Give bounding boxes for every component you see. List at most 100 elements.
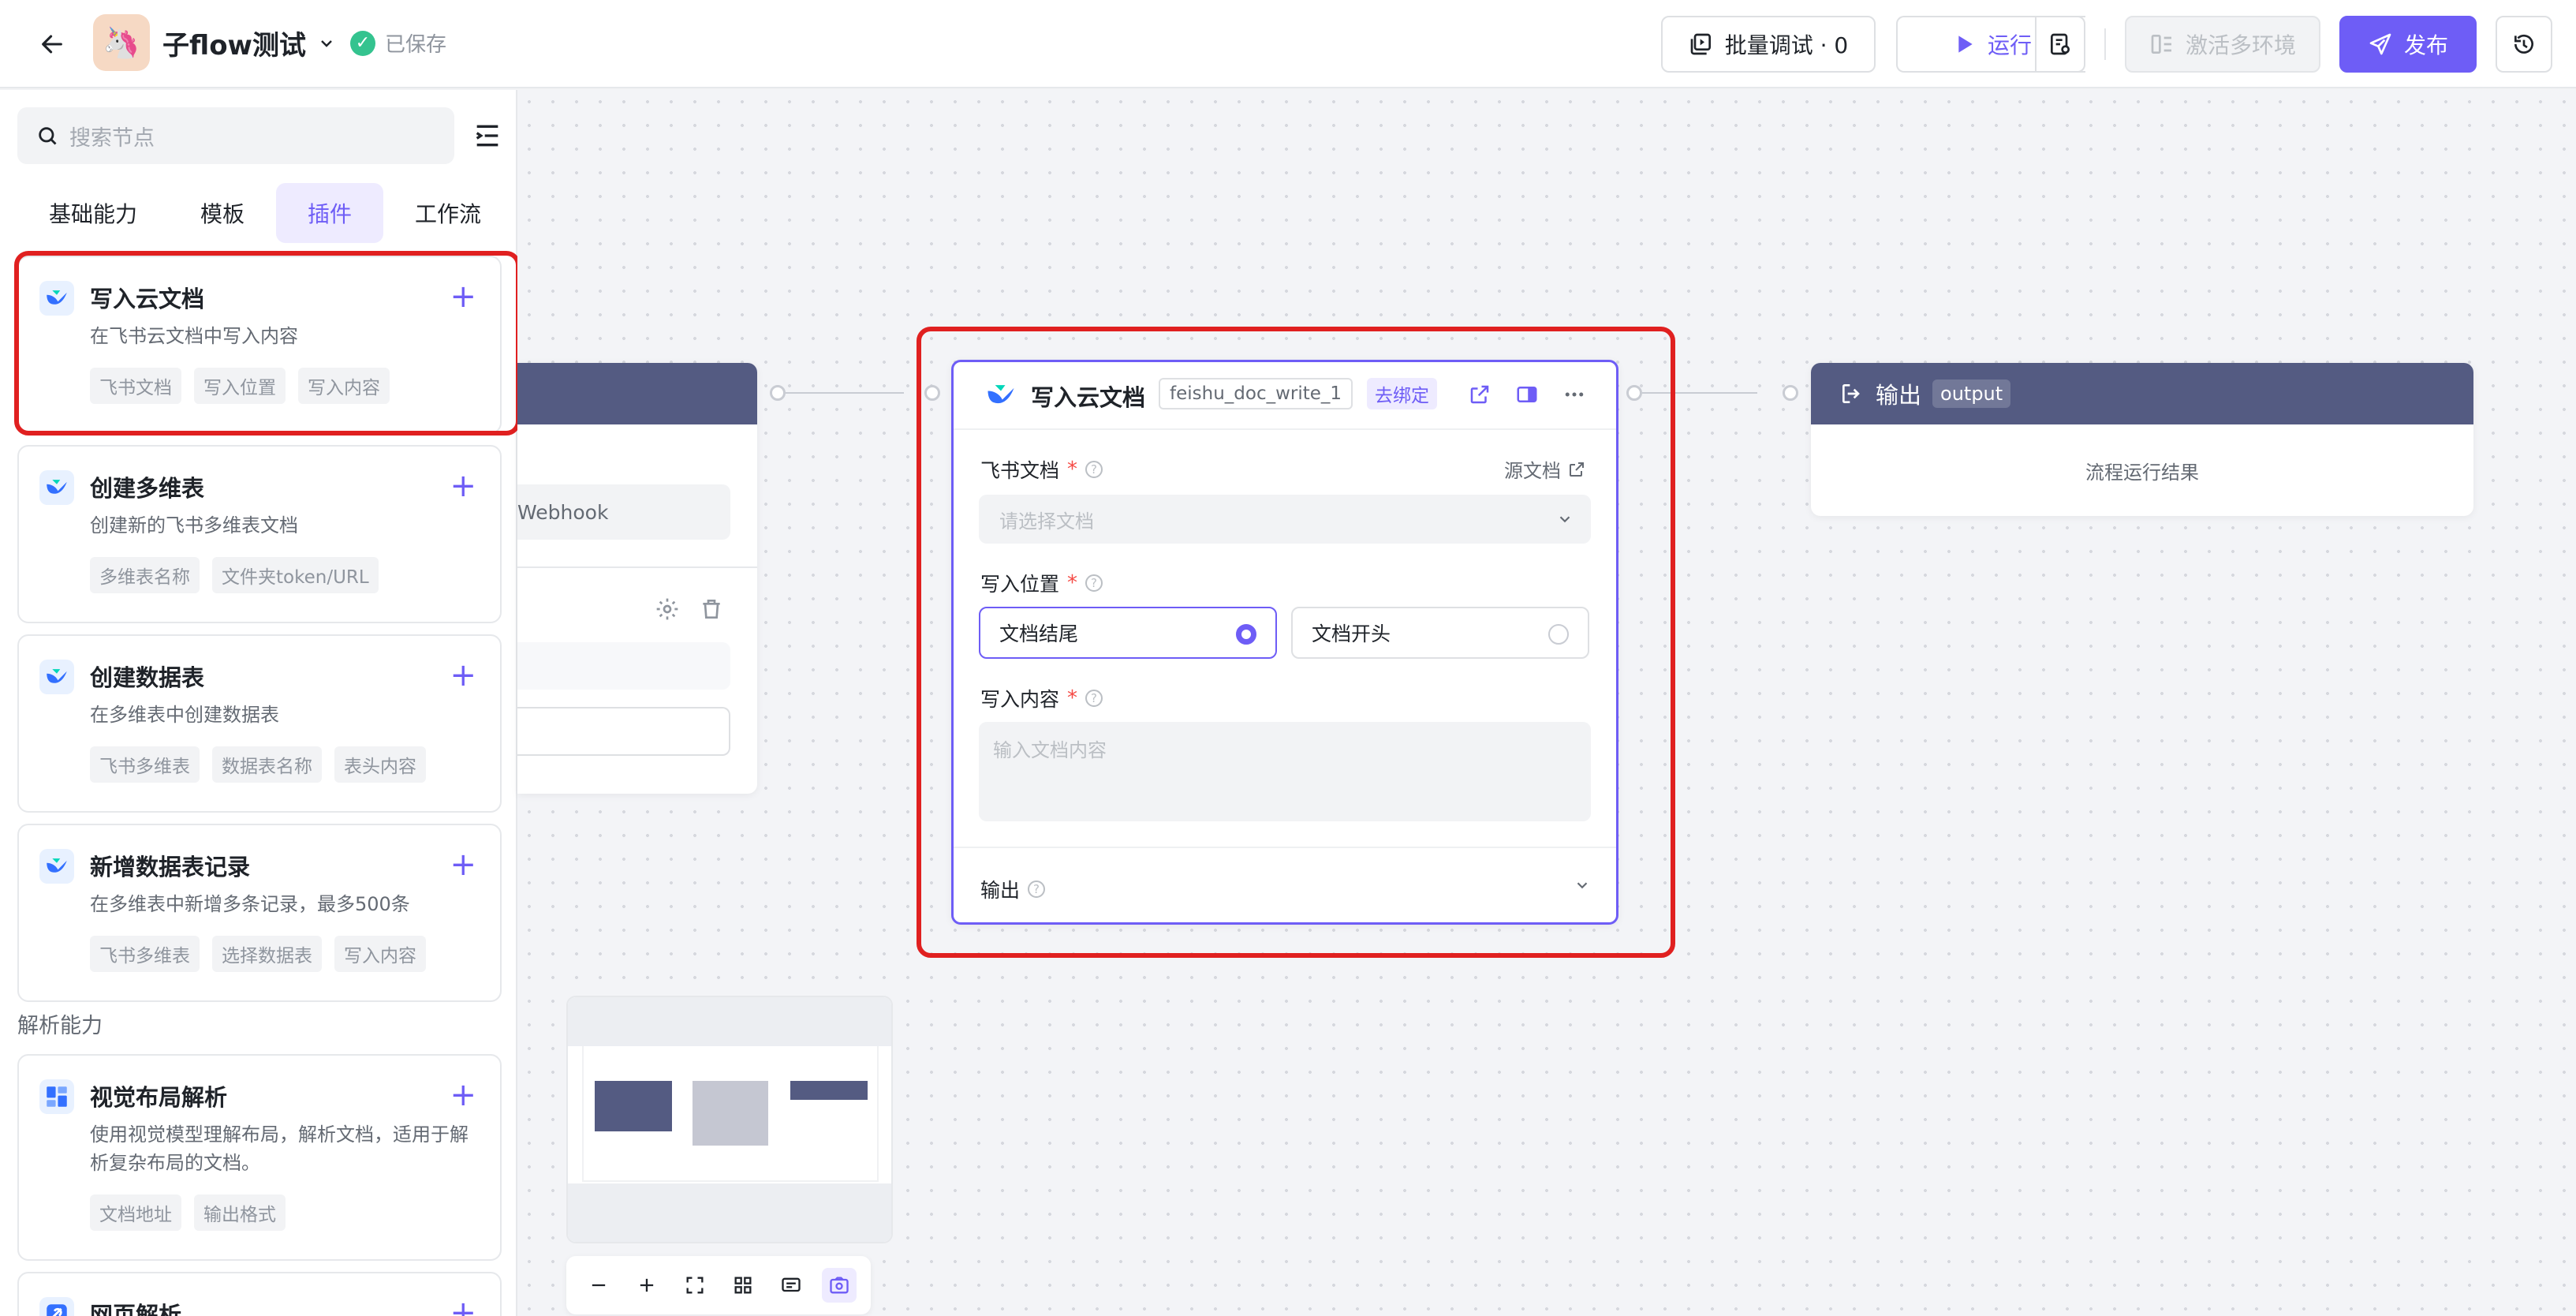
feishu-doc-icon — [39, 849, 74, 884]
tag: 多维表名称 — [90, 557, 200, 593]
minimap[interactable] — [566, 996, 893, 1243]
section-label-parse: 解析能力 — [17, 1014, 103, 1038]
minimap-toggle-icon[interactable] — [821, 1268, 857, 1303]
tab-basic[interactable]: 基础能力 — [17, 183, 169, 243]
send-icon — [2369, 33, 2391, 55]
publish-label: 发布 — [2403, 32, 2448, 58]
trash-icon[interactable] — [699, 596, 724, 622]
flow-title[interactable]: 子flow测试 — [162, 24, 336, 62]
card-title: 创建数据表 — [90, 664, 205, 691]
card-desc: 在多维表中新增多条记录，最多500条 — [90, 893, 410, 915]
tab-template[interactable]: 模板 — [169, 183, 276, 243]
card-desc: 使用视觉模型理解布局，解析文档，适用于解析复杂布局的文档。 — [90, 1123, 469, 1174]
publish-button[interactable]: 发布 — [2339, 16, 2477, 73]
card-tags: 多维表名称 文件夹token/URL — [90, 557, 379, 593]
card-desc: 创建新的飞书多维表文档 — [90, 514, 298, 536]
card-title: 网页解析 — [90, 1302, 182, 1316]
feishu-doc-icon — [39, 660, 74, 694]
tab-workflow[interactable]: 工作流 — [383, 183, 513, 243]
toolbar-divider — [2104, 28, 2106, 60]
tag: 数据表名称 — [212, 746, 322, 783]
zoom-in-icon[interactable] — [629, 1268, 664, 1303]
search-placeholder: 搜索节点 — [69, 125, 155, 151]
tab-plugin[interactable]: 插件 — [276, 183, 384, 243]
card-tags: 飞书多维表 数据表名称 表头内容 — [90, 746, 426, 783]
search-input[interactable]: 搜索节点 — [17, 107, 454, 164]
zoom-out-icon[interactable] — [581, 1268, 616, 1303]
add-icon[interactable]: + — [450, 1297, 476, 1316]
tag: 输出格式 — [194, 1194, 286, 1231]
run-log-button[interactable] — [2035, 16, 2085, 73]
connector-handle[interactable] — [770, 385, 786, 401]
tag: 文档地址 — [90, 1194, 181, 1231]
add-icon[interactable]: + — [450, 470, 476, 502]
webhook-field[interactable]: Webhook — [517, 484, 730, 540]
output-node[interactable]: 输出 output 流程运行结果 — [1811, 363, 2473, 516]
play-icon — [1958, 36, 1973, 53]
output-node-badge: output — [1932, 379, 2011, 408]
parse-card-visual-layout[interactable]: 视觉布局解析 + 使用视觉模型理解布局，解析文档，适用于解析复杂布局的文档。 文… — [17, 1054, 502, 1261]
saved-status: ✓ 已保存 — [350, 28, 446, 58]
history-button[interactable] — [2496, 16, 2552, 73]
fit-view-icon[interactable] — [678, 1268, 712, 1303]
batch-icon — [1690, 33, 1711, 55]
add-icon[interactable]: + — [450, 660, 476, 691]
edge-line — [786, 392, 904, 394]
log-icon — [2051, 33, 2070, 55]
plugin-card-add-record[interactable]: 新增数据表记录 + 在多维表中新增多条记录，最多500条 飞书多维表 选择数据表… — [17, 824, 502, 1002]
card-desc: 在多维表中创建数据表 — [90, 704, 279, 726]
minimap-shade — [568, 997, 891, 1046]
batch-debug-label: 批量调试 · 0 — [1724, 32, 1849, 58]
card-title: 视觉布局解析 — [90, 1084, 228, 1111]
batch-debug-button[interactable]: 批量调试 · 0 — [1661, 16, 1876, 73]
card-title: 创建多维表 — [90, 475, 205, 502]
plugin-card-create-table[interactable]: 创建数据表 + 在多维表中创建数据表 飞书多维表 数据表名称 表头内容 — [17, 634, 502, 813]
comment-icon[interactable] — [774, 1268, 808, 1303]
history-icon — [2514, 34, 2533, 54]
card-tags: 飞书多维表 选择数据表 写入内容 — [90, 936, 426, 972]
plugin-card-create-bitable[interactable]: 创建多维表 + 创建新的飞书多维表文档 多维表名称 文件夹token/URL — [17, 445, 502, 623]
feishu-doc-icon — [39, 470, 74, 505]
node-tabs: 基础能力 模板 插件 工作流 — [17, 183, 513, 243]
connector-handle[interactable] — [1783, 385, 1798, 401]
check-circle-icon: ✓ — [350, 30, 375, 56]
tag: 飞书多维表 — [90, 746, 200, 783]
activate-env-button[interactable]: 激活多环境 — [2125, 16, 2320, 73]
output-node-body: 流程运行结果 — [2085, 461, 2199, 484]
highlight-box — [14, 251, 521, 436]
add-icon[interactable]: + — [450, 1079, 476, 1111]
divider — [517, 566, 757, 568]
parse-card-web[interactable]: 网页解析 + — [17, 1272, 502, 1316]
tag: 表头内容 — [334, 746, 426, 783]
node-header — [517, 363, 757, 424]
tag: 文件夹token/URL — [212, 557, 379, 593]
output-node-title: 输出 — [1876, 382, 1922, 409]
search-icon — [39, 127, 57, 145]
auto-layout-icon[interactable] — [726, 1268, 760, 1303]
webhook-node[interactable]: Webhook — [517, 363, 757, 794]
saved-status-label: 已保存 — [385, 33, 447, 57]
card-title: 新增数据表记录 — [90, 854, 251, 880]
minimap-shade — [568, 1183, 891, 1242]
run-label: 运行 — [1987, 32, 2032, 58]
collapse-list-icon[interactable] — [472, 120, 503, 151]
gear-icon[interactable] — [655, 596, 680, 622]
node-field[interactable] — [517, 642, 730, 690]
node-input[interactable] — [517, 707, 730, 756]
tag: 选择数据表 — [212, 936, 322, 972]
back-arrow-icon[interactable] — [32, 24, 73, 65]
chevron-down-icon — [321, 39, 332, 47]
webhook-field-text: Webhook — [517, 500, 609, 524]
add-icon[interactable]: + — [450, 849, 476, 880]
top-bar: 🦄 子flow测试 ✓ 已保存 批量调试 · 0 运行 激活多环境 发布 — [0, 0, 2576, 88]
layout-icon — [39, 1079, 74, 1114]
activate-env-label: 激活多环境 — [2185, 32, 2296, 58]
minimap-node — [693, 1081, 768, 1146]
canvas-toolbar — [566, 1256, 871, 1314]
tag: 写入内容 — [334, 936, 426, 972]
tag: 飞书多维表 — [90, 936, 200, 972]
card-tags: 文档地址 输出格式 — [90, 1194, 286, 1231]
environment-icon — [2151, 35, 2171, 54]
exit-icon — [1842, 384, 1860, 403]
minimap-node — [790, 1081, 868, 1100]
